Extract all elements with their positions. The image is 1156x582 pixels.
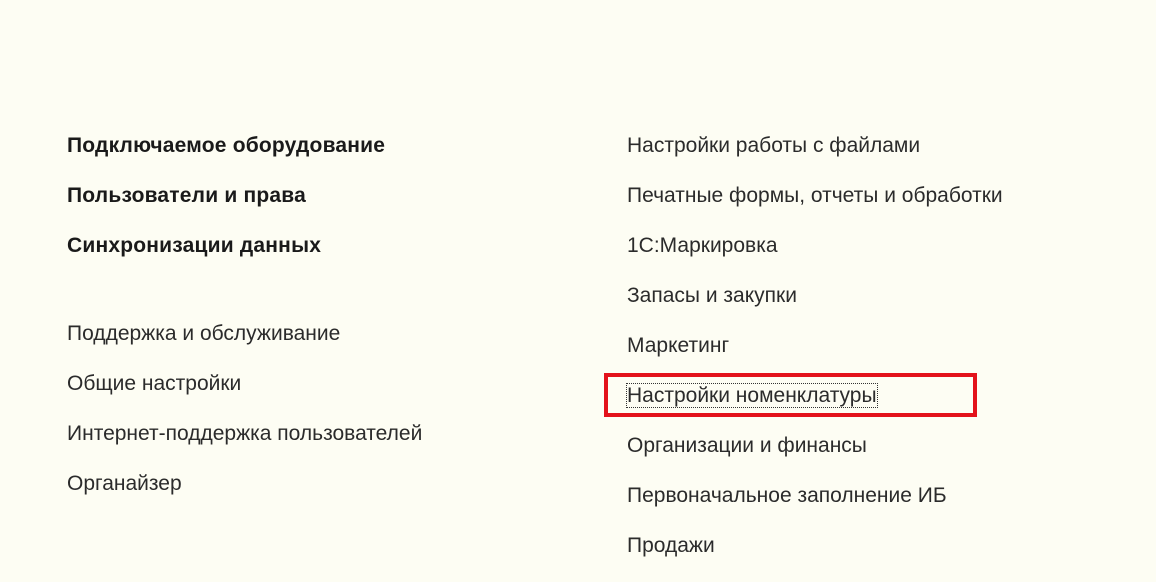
link-stock-and-purchases[interactable]: Запасы и закупки bbox=[627, 282, 1003, 332]
link-sales[interactable]: Продажи bbox=[627, 532, 1003, 582]
link-data-synchronization[interactable]: Синхронизации данных bbox=[67, 232, 422, 282]
link-support-and-maintenance[interactable]: Поддержка и обслуживание bbox=[67, 320, 422, 370]
left-column: Подключаемое оборудование Пользователи и… bbox=[67, 132, 422, 520]
link-nomenclature-settings[interactable]: Настройки номенклатуры bbox=[626, 382, 1003, 432]
nomenclature-settings-label: Настройки номенклатуры bbox=[626, 383, 878, 408]
right-column: Настройки работы с файлами Печатные форм… bbox=[626, 132, 1003, 582]
link-organizations-and-finance[interactable]: Организации и финансы bbox=[627, 432, 1003, 482]
link-print-forms-reports[interactable]: Печатные формы, отчеты и обработки bbox=[627, 182, 1003, 232]
link-organizer[interactable]: Органайзер bbox=[67, 470, 422, 520]
link-general-settings[interactable]: Общие настройки bbox=[67, 370, 422, 420]
link-users-and-rights[interactable]: Пользователи и права bbox=[67, 182, 422, 232]
link-internet-user-support[interactable]: Интернет-поддержка пользователей bbox=[67, 420, 422, 470]
link-file-settings[interactable]: Настройки работы с файлами bbox=[627, 132, 1003, 182]
link-connected-equipment[interactable]: Подключаемое оборудование bbox=[67, 132, 422, 182]
settings-panel: Подключаемое оборудование Пользователи и… bbox=[0, 0, 1156, 580]
link-1c-marking[interactable]: 1С:Маркировка bbox=[627, 232, 1003, 282]
link-marketing[interactable]: Маркетинг bbox=[627, 332, 1003, 382]
link-initial-db-fill[interactable]: Первоначальное заполнение ИБ bbox=[627, 482, 1003, 532]
